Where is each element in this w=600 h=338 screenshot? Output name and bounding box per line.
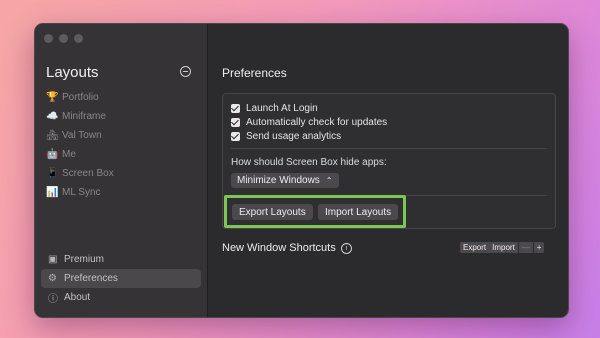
hide-apps-label: How should Screen Box hide apps:	[231, 157, 387, 168]
close-window-button[interactable]	[44, 34, 53, 43]
layouts-list: 🏆 Portfolio ☁️ Miniframe 🏘 Val Town 🤖 Me…	[46, 88, 114, 202]
sidebar-item-label: Miniframe	[62, 111, 106, 122]
trophy-icon: 🏆	[46, 92, 59, 103]
sidebar-item-me[interactable]: 🤖 Me	[46, 145, 114, 164]
sidebar-item-label: Val Town	[62, 130, 102, 141]
app-window: Layouts 🏆 Portfolio ☁️ Miniframe 🏘 Val T…	[34, 23, 569, 318]
sidebar-item-label: Screen Box	[62, 168, 114, 179]
minimize-window-button[interactable]	[59, 34, 68, 43]
shortcuts-title: New Window Shortcuts	[222, 242, 336, 254]
info-icon: ⓘ	[48, 294, 58, 305]
sidebar-item-val-town[interactable]: 🏘 Val Town	[46, 126, 114, 145]
sidebar-item-premium[interactable]: ▣ Premium	[41, 250, 201, 269]
zoom-window-button[interactable]	[74, 34, 83, 43]
sidebar-item-label: ML Sync	[62, 187, 101, 198]
sidebar-footer: ▣ Premium ⚙ Preferences ⓘ About	[41, 250, 201, 307]
robot-icon: 🤖	[46, 149, 59, 160]
sidebar-item-miniframe[interactable]: ☁️ Miniframe	[46, 107, 114, 126]
shortcuts-import-button[interactable]: Import	[489, 242, 518, 253]
checkbox-label: Automatically check for updates	[246, 117, 388, 128]
sidebar-item-label: About	[64, 292, 91, 303]
gear-icon: ⚙	[48, 273, 57, 284]
add-shortcut-button[interactable]: +	[534, 242, 545, 253]
sidebar-item-preferences[interactable]: ⚙ Preferences	[41, 269, 201, 288]
sidebar-item-label: Premium	[64, 254, 105, 265]
preferences-pane: Preferences Launch At Login Automaticall…	[208, 24, 568, 317]
houses-icon: 🏘	[46, 130, 59, 141]
usage-analytics-checkbox[interactable]	[231, 132, 240, 141]
sidebar-item-label: Preferences	[64, 273, 118, 284]
sidebar: Layouts 🏆 Portfolio ☁️ Miniframe 🏘 Val T…	[35, 24, 208, 317]
remove-shortcut-button[interactable]: —	[519, 242, 533, 253]
chevron-updown-icon: ⌃	[325, 176, 333, 185]
sidebar-title: Layouts	[46, 64, 99, 81]
sidebar-item-label: Me	[62, 149, 76, 160]
image-icon: ▣	[48, 254, 58, 265]
sidebar-item-screen-box[interactable]: 📱 Screen Box	[46, 164, 114, 183]
export-layouts-button[interactable]: Export Layouts	[232, 204, 313, 220]
usage-analytics-row[interactable]: Send usage analytics	[231, 131, 341, 142]
checkbox-label: Launch At Login	[246, 103, 318, 114]
bar-chart-icon: 📊	[46, 187, 59, 198]
sidebar-item-label: Portfolio	[62, 92, 99, 103]
phone-icon: 📱	[46, 168, 59, 179]
shortcuts-toolbar: Export Import — +	[460, 242, 545, 253]
cloud-icon: ☁️	[46, 111, 59, 122]
hide-method-value: Minimize Windows	[237, 175, 320, 186]
shortcuts-export-button[interactable]: Export	[460, 242, 489, 253]
sidebar-item-ml-sync[interactable]: 📊 ML Sync	[46, 183, 114, 202]
import-layouts-button[interactable]: Import Layouts	[318, 204, 399, 220]
sidebar-item-portfolio[interactable]: 🏆 Portfolio	[46, 88, 114, 107]
page-title: Preferences	[222, 66, 287, 80]
launch-at-login-row[interactable]: Launch At Login	[231, 103, 318, 114]
shortcuts-header: New Window Shortcuts i	[222, 242, 352, 254]
sidebar-item-about[interactable]: ⓘ About	[41, 288, 201, 307]
check-updates-checkbox[interactable]	[231, 118, 240, 127]
window-controls	[44, 34, 83, 43]
preferences-panel: Launch At Login Automatically check for …	[222, 93, 556, 229]
info-icon[interactable]: i	[340, 242, 352, 254]
checkbox-label: Send usage analytics	[246, 131, 342, 142]
collapse-icon[interactable]	[180, 66, 191, 77]
divider	[231, 148, 547, 149]
hide-method-select[interactable]: Minimize Windows ⌃	[231, 173, 339, 188]
launch-at-login-checkbox[interactable]	[231, 104, 240, 113]
check-updates-row[interactable]: Automatically check for updates	[231, 117, 387, 128]
